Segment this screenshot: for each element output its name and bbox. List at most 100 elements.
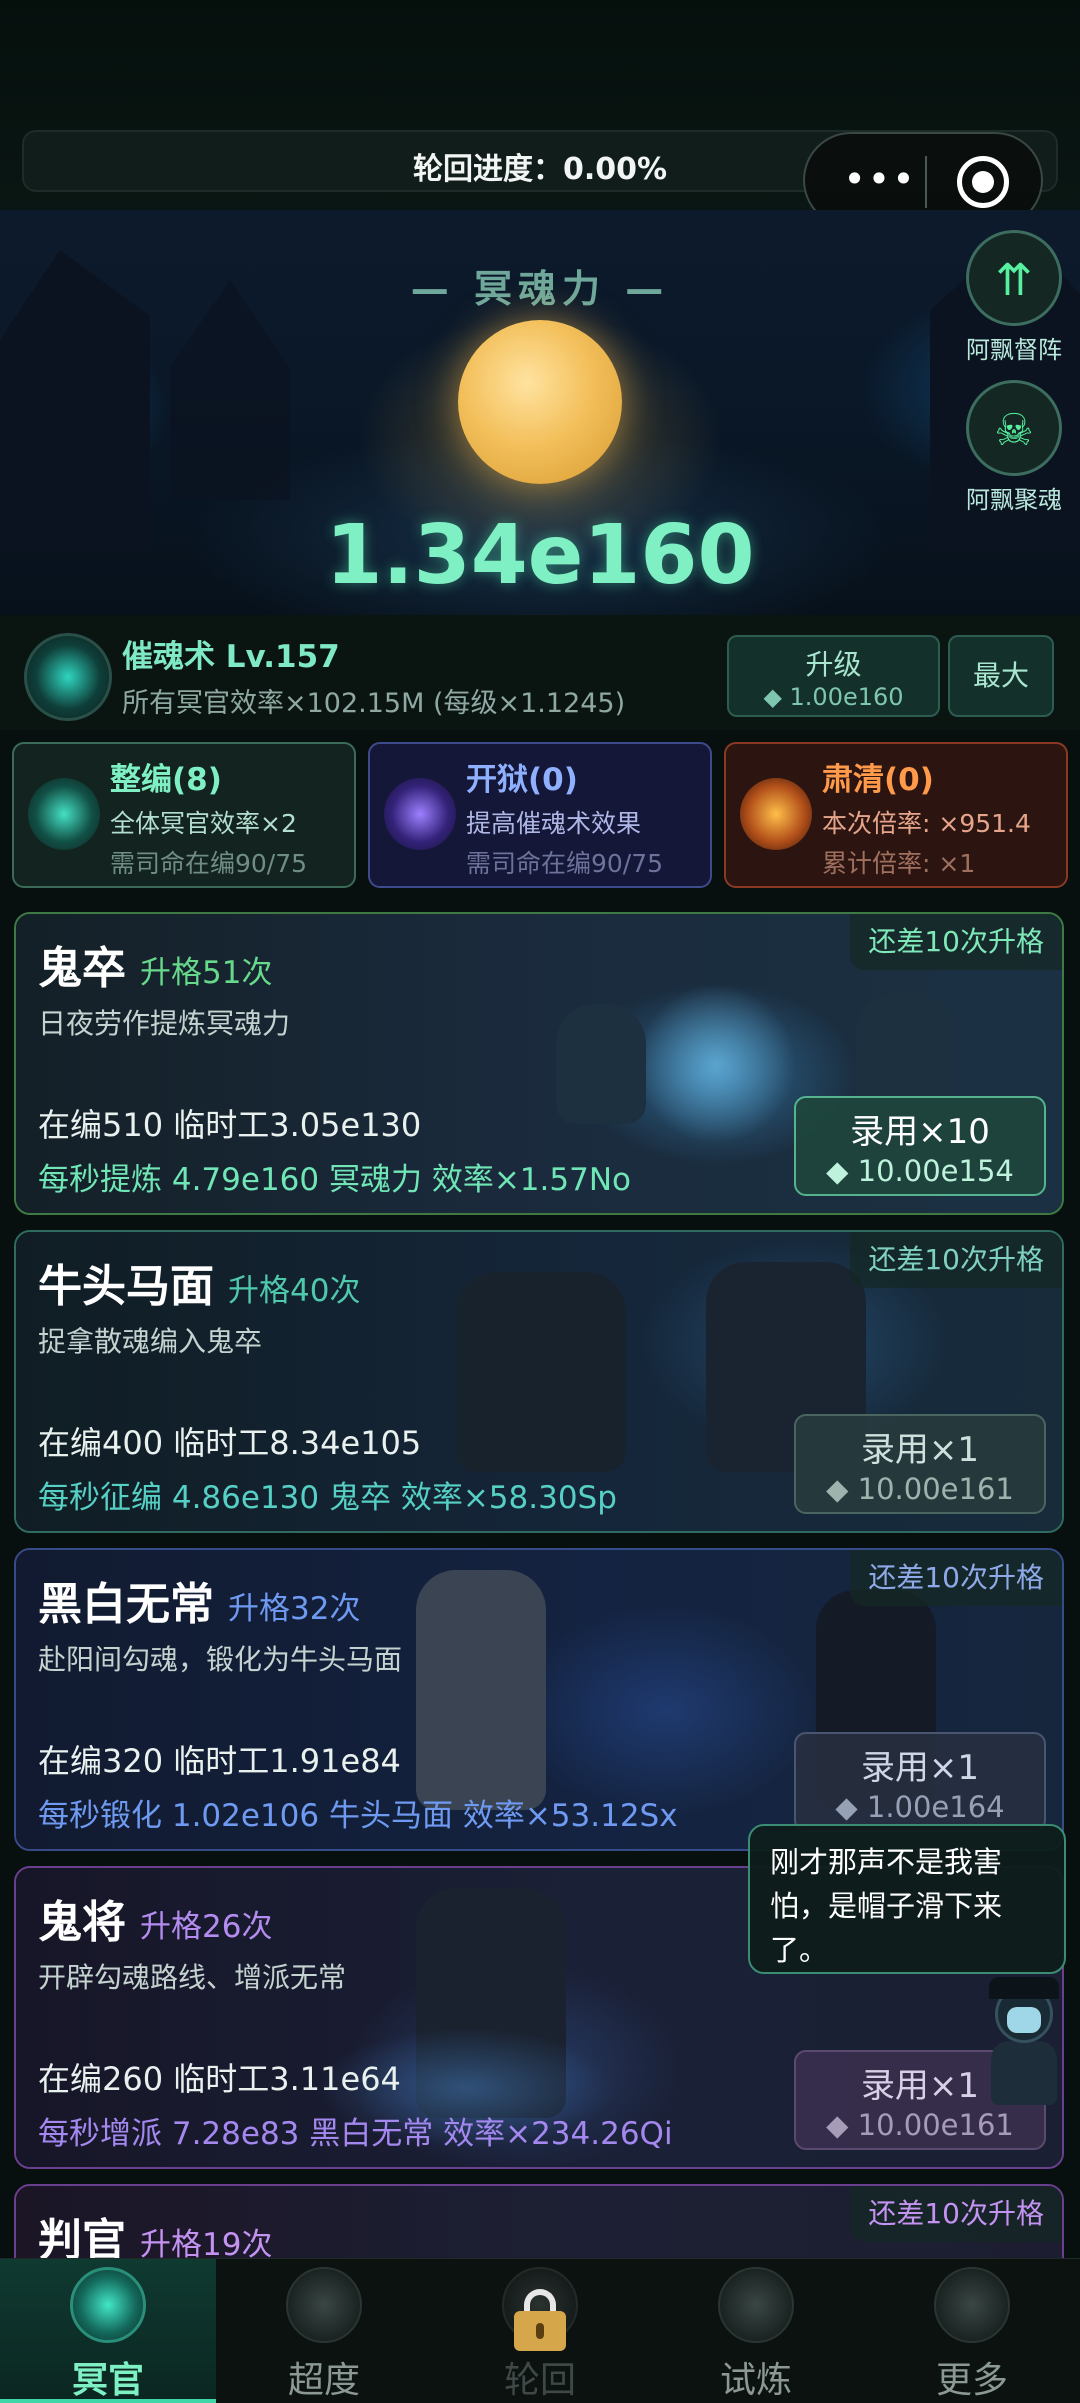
upgrade-button[interactable]: 升级 ◆ 1.00e160 — [727, 635, 940, 717]
mode-current-multiplier: 本次倍率: ×951.4 — [822, 809, 1031, 838]
purge-flame-icon — [740, 778, 812, 850]
unit-card-ox-horse: 牛头马面 升格40次 捉拿散魂编入鬼卒 还差10次升格 在编400 临时工8.34… — [14, 1230, 1064, 1533]
tab-trial[interactable]: 试炼 — [648, 2259, 864, 2403]
tab-label: 冥官 — [71, 2360, 144, 2401]
lantern-icon — [286, 2267, 362, 2343]
unit-remaining-upgrades: 还差10次升格 — [850, 2186, 1062, 2242]
capsule-divider — [925, 156, 927, 208]
flame-spirit-icon — [718, 2267, 794, 2343]
unit-staff: 在编320 临时工1.91e84 — [38, 1742, 401, 1780]
tab-label: 试炼 — [719, 2360, 792, 2401]
soul-orb[interactable] — [458, 320, 622, 484]
tab-label: 轮回 — [503, 2360, 576, 2401]
hire-cost: ◆ 10.00e161 — [826, 1472, 1014, 1506]
skill-description: 所有冥官效率×102.15M (每级×1.1245) — [122, 688, 626, 719]
unit-staff: 在编260 临时工3.11e64 — [38, 2060, 401, 2098]
unit-rank: 升格51次 — [140, 955, 273, 991]
mascot-hat — [989, 1977, 1059, 1999]
tab-label: 超度 — [287, 2360, 360, 2401]
side-button-label: 阿飘聚魂 — [966, 486, 1062, 514]
unit-card-ghost-soldier: 鬼卒 升格51次 日夜劳作提炼冥魂力 还差10次升格 在编510 临时工3.05e… — [14, 912, 1064, 1215]
unit-name: 黑白无常 升格32次 — [38, 1579, 361, 1630]
mode-effect: 提高催魂术效果 — [466, 809, 642, 838]
unit-remaining-upgrades: 还差10次升格 — [850, 1232, 1062, 1288]
soul-power-value: 1.34e160 — [325, 508, 755, 603]
unit-rank: 升格32次 — [228, 1591, 361, 1627]
hire-button[interactable]: 录用×10 ◆ 10.00e154 — [794, 1096, 1046, 1196]
hire-label: 录用×10 — [850, 1112, 990, 1152]
mascot-avatar[interactable] — [985, 1977, 1061, 2105]
mode-requirement: 需司命在编90/75 — [466, 849, 664, 878]
skill-title: 催魂术 Lv.157 — [122, 639, 340, 675]
tab-more[interactable]: 更多 — [864, 2259, 1080, 2403]
side-button-supervise[interactable]: ⇈ 阿飘督阵 — [966, 230, 1062, 365]
hire-cost: ◆ 1.00e164 — [835, 1790, 1005, 1824]
unit-rank: 升格40次 — [228, 1273, 361, 1309]
unit-production: 每秒提炼 4.79e160 冥魂力 效率×1.57No — [38, 1162, 631, 1198]
upgrade-label: 升级 — [805, 648, 862, 681]
unit-production: 每秒增派 7.28e83 黑白无常 效率×234.26Qi — [38, 2116, 673, 2152]
mascot-body — [991, 2041, 1057, 2105]
soul-urging-skill-icon — [24, 633, 112, 721]
mascot-face — [1007, 2007, 1041, 2033]
hire-label: 录用×1 — [860, 1748, 980, 1788]
mode-name: 开狱(0) — [466, 762, 578, 798]
upgrade-cost: ◆ 1.00e160 — [763, 683, 904, 711]
unit-production: 每秒征编 4.86e130 鬼卒 效率×58.30Sp — [38, 1480, 617, 1516]
bottom-nav: 冥官 超度 轮回 试炼 更多 — [0, 2258, 1080, 2403]
hire-cost: ◆ 10.00e161 — [826, 2108, 1014, 2142]
unit-remaining-upgrades: 还差10次升格 — [850, 914, 1062, 970]
side-button-gather[interactable]: ☠ 阿飘聚魂 — [966, 380, 1062, 515]
unit-remaining-upgrades: 还差10次升格 — [850, 1550, 1062, 1606]
close-target-icon[interactable] — [957, 156, 1009, 208]
unit-staff: 在编400 临时工8.34e105 — [38, 1424, 422, 1462]
hire-label: 录用×1 — [860, 1430, 980, 1470]
reorganize-icon — [28, 778, 100, 850]
unit-description: 开辟勾魂路线、增派无常 — [38, 1961, 347, 1994]
top-bar: 轮回进度：0.00% ••• — [0, 0, 1080, 228]
more-menu-icon[interactable]: ••• — [835, 160, 925, 200]
hire-button[interactable]: 录用×1 ◆ 1.00e164 — [794, 1732, 1046, 1832]
ox-head-figure — [456, 1272, 626, 1472]
reorganize-card[interactable]: 整编(8) 全体冥官效率×2 需司命在编90/75 — [12, 742, 356, 888]
unit-card-black-white-impermanence: 黑白无常 升格32次 赴阳间勾魂，锻化为牛头马面 还差10次升格 在编320 临时… — [14, 1548, 1064, 1851]
side-button-label: 阿飘督阵 — [966, 336, 1062, 364]
blue-flame-glow — [636, 984, 796, 1144]
unit-description: 捉拿散魂编入鬼卒 — [38, 1325, 263, 1358]
pagoda-silhouette-mid — [170, 280, 290, 500]
tab-salvation[interactable]: 超度 — [216, 2259, 432, 2403]
unit-description: 赴阳间勾魂，锻化为牛头马面 — [38, 1643, 403, 1676]
mascot-speech-bubble: 刚才那声不是我害怕，是帽子滑下来了。 — [748, 1824, 1066, 1974]
mode-total-multiplier: 累计倍率: ×1 — [822, 849, 976, 878]
skill-row: 催魂术 Lv.157 所有冥官效率×102.15M (每级×1.1245) 升级… — [0, 615, 1080, 730]
hire-button[interactable]: 录用×1 ◆ 10.00e161 — [794, 1414, 1046, 1514]
unit-name: 鬼卒 升格51次 — [38, 943, 273, 994]
more-spirit-icon — [934, 2267, 1010, 2343]
ghost-figure — [556, 1004, 646, 1124]
unit-production: 每秒锻化 1.02e106 牛头马面 效率×53.12Sx — [38, 1798, 678, 1834]
ghost-officer-icon — [70, 2267, 146, 2343]
hire-cost: ◆ 10.00e154 — [826, 1154, 1014, 1188]
mode-name: 整编(8) — [110, 762, 222, 798]
unit-staff: 在编510 临时工3.05e130 — [38, 1106, 422, 1144]
open-prison-card[interactable]: 开狱(0) 提高催魂术效果 需司命在编90/75 — [368, 742, 712, 888]
open-prison-icon — [384, 778, 456, 850]
purge-card[interactable]: 肃清(0) 本次倍率: ×951.4 累计倍率: ×1 — [724, 742, 1068, 888]
max-button[interactable]: 最大 — [948, 635, 1054, 717]
hero-title: — 冥魂力 — — [410, 267, 670, 311]
soul-power-hero: — 冥魂力 — 1.34e160 ⇈ 阿飘督阵 ☠ 阿飘聚魂 — [0, 210, 1080, 615]
unit-name: 鬼将 升格26次 — [38, 1897, 273, 1948]
mode-effect: 全体冥官效率×2 — [110, 809, 297, 838]
mode-requirement: 需司命在编90/75 — [110, 849, 308, 878]
arrows-up-icon: ⇈ — [966, 230, 1062, 326]
active-tab-indicator — [0, 2399, 216, 2403]
unit-name: 牛头马面 升格40次 — [38, 1261, 361, 1312]
lock-icon — [514, 2289, 566, 2351]
skull-icon: ☠ — [966, 380, 1062, 476]
unit-rank: 升格26次 — [140, 1909, 273, 1945]
white-impermanence-figure — [416, 1570, 546, 1810]
mode-name: 肃清(0) — [822, 762, 934, 798]
tab-reincarnation[interactable]: 轮回 — [432, 2259, 648, 2403]
tab-officials[interactable]: 冥官 — [0, 2259, 216, 2403]
unit-description: 日夜劳作提炼冥魂力 — [38, 1007, 291, 1040]
